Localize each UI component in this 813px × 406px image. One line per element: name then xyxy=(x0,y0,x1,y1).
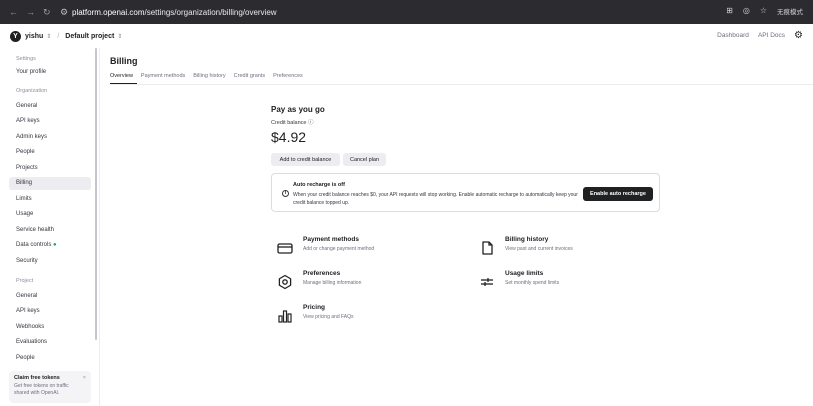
tab-preferences[interactable]: Preferences xyxy=(273,73,303,79)
add-credit-button[interactable]: Add to credit balance xyxy=(271,153,340,166)
claim-tokens-desc: Get free tokens on traffic shared with O… xyxy=(14,383,69,396)
sidebar-section-settings: Settings xyxy=(16,56,36,62)
reload-icon[interactable]: ↻ xyxy=(43,7,51,18)
sidebar-item-project-api-keys[interactable]: API keys xyxy=(16,308,40,314)
app-header: Y yishu ⇕ / Default project ⇕ Dashboard … xyxy=(0,24,813,48)
tabs-divider xyxy=(110,84,813,85)
pricing-chart-icon xyxy=(278,310,292,323)
url-domain: platform.openai.com xyxy=(72,7,145,17)
sidebar-item-label: Data controls xyxy=(16,242,52,248)
api-docs-link[interactable]: API Docs xyxy=(758,32,785,39)
sidebar-item-webhooks[interactable]: Webhooks xyxy=(16,324,44,330)
address-bar[interactable]: platform.openai.com/settings/organizatio… xyxy=(72,8,277,17)
star-icon[interactable]: ☆ xyxy=(760,6,767,16)
settings-gear-icon[interactable]: ⚙ xyxy=(794,30,803,41)
alert-title: Auto recharge is off xyxy=(293,182,345,188)
site-settings-icon[interactable]: ⚙ xyxy=(60,7,72,18)
preferences-card[interactable]: Preferences Manage billing information xyxy=(275,270,435,292)
card-title: Usage limits xyxy=(505,270,544,277)
sidebar-section-organization: Organization xyxy=(16,88,48,94)
sidebar-item-admin-keys[interactable]: Admin keys xyxy=(16,134,47,140)
credit-card-icon xyxy=(277,243,293,254)
sliders-icon xyxy=(481,278,493,286)
back-icon[interactable]: ← xyxy=(9,7,18,18)
chevron-updown-icon[interactable]: ⇕ xyxy=(46,33,51,40)
claim-tokens-card[interactable]: Claim free tokens × Get free tokens on t… xyxy=(9,371,91,403)
header-links: Dashboard API Docs ⚙ xyxy=(717,30,803,41)
page-title: Billing xyxy=(110,56,138,66)
cancel-plan-button[interactable]: Cancel plan xyxy=(343,153,386,166)
billing-history-card[interactable]: Billing history View past and current in… xyxy=(477,236,637,258)
sidebar-item-billing[interactable]: Billing xyxy=(16,180,32,186)
url-path: /settings/organization/billing/overview xyxy=(144,7,277,17)
sidebar-item-project-people[interactable]: People xyxy=(16,355,35,361)
sidebar-item-api-keys[interactable]: API keys xyxy=(16,118,40,124)
sidebar-item-evaluations[interactable]: Evaluations xyxy=(16,339,47,345)
org-switcher[interactable]: yishu xyxy=(25,33,43,40)
browser-nav: ← → ↻ xyxy=(0,7,60,18)
sidebar-item-your-profile[interactable]: Your profile xyxy=(16,69,46,75)
project-switcher[interactable]: Default project xyxy=(65,33,114,40)
card-title: Preferences xyxy=(303,270,341,277)
billing-tabs: Overview Payment methods Billing history… xyxy=(110,73,303,79)
card-title: Billing history xyxy=(505,236,549,243)
pricing-card[interactable]: Pricing View pricing and FAQs xyxy=(275,304,435,326)
sidebar: Settings Your profile Organization Gener… xyxy=(0,48,100,406)
sidebar-item-data-controls[interactable]: Data controls ● xyxy=(16,242,57,248)
translate-icon[interactable]: ⊞ xyxy=(726,6,733,16)
claim-tokens-title: Claim free tokens xyxy=(14,375,60,381)
usage-limits-card[interactable]: Usage limits Set monthly spend limits xyxy=(477,270,637,292)
sidebar-item-usage[interactable]: Usage xyxy=(16,211,33,217)
card-title: Payment methods xyxy=(303,236,359,243)
document-icon xyxy=(482,241,493,255)
forward-icon[interactable]: → xyxy=(26,7,35,18)
card-title: Pricing xyxy=(303,304,326,311)
chevron-updown-icon[interactable]: ⇕ xyxy=(117,33,122,40)
credit-balance-label: Credit balance ⓘ xyxy=(271,120,314,126)
sidebar-section-project: Project xyxy=(16,278,34,284)
card-desc: Set monthly spend limits xyxy=(505,280,560,286)
sidebar-item-general[interactable]: General xyxy=(16,103,37,109)
enable-auto-recharge-button[interactable]: Enable auto recharge xyxy=(583,187,653,201)
sidebar-item-limits[interactable]: Limits xyxy=(16,196,32,202)
plan-heading: Pay as you go xyxy=(271,105,325,114)
tab-overview[interactable]: Overview xyxy=(110,73,133,79)
auto-recharge-alert: i Auto recharge is off When your credit … xyxy=(271,173,660,212)
browser-actions: ⊞ ◎ ☆ 无痕模式 xyxy=(726,6,803,16)
sidebar-item-projects[interactable]: Projects xyxy=(16,165,38,171)
sidebar-item-people[interactable]: People xyxy=(16,149,35,155)
sidebar-item-security[interactable]: Security xyxy=(16,258,38,264)
status-dot: ● xyxy=(53,242,57,248)
tab-payment-methods[interactable]: Payment methods xyxy=(141,73,185,79)
card-desc: Manage billing information xyxy=(303,280,362,286)
alert-description: When your credit balance reaches $0, you… xyxy=(293,192,578,206)
dashboard-link[interactable]: Dashboard xyxy=(717,32,749,39)
incognito-label[interactable]: 无痕模式 xyxy=(777,6,803,16)
gear-icon xyxy=(278,274,292,290)
sidebar-scrollbar[interactable] xyxy=(95,48,97,340)
tab-credit-grants[interactable]: Credit grants xyxy=(234,73,266,79)
close-icon[interactable]: × xyxy=(83,375,86,381)
credit-balance-value: $4.92 xyxy=(271,129,307,145)
sidebar-item-service-health[interactable]: Service health xyxy=(16,227,54,233)
eye-off-icon[interactable]: ◎ xyxy=(743,6,750,16)
avatar[interactable]: Y xyxy=(10,30,21,42)
card-desc: View pricing and FAQs xyxy=(303,314,354,320)
payment-methods-card[interactable]: Payment methods Add or change payment me… xyxy=(275,236,435,258)
card-desc: View past and current invoices xyxy=(505,246,573,252)
browser-toolbar: ← → ↻ ⚙ platform.openai.com/settings/org… xyxy=(0,0,813,24)
card-desc: Add or change payment method xyxy=(303,246,375,252)
tab-billing-history[interactable]: Billing history xyxy=(193,73,225,79)
breadcrumb-separator: / xyxy=(57,32,60,40)
sidebar-item-project-general[interactable]: General xyxy=(16,293,37,299)
info-icon: i xyxy=(282,190,289,197)
